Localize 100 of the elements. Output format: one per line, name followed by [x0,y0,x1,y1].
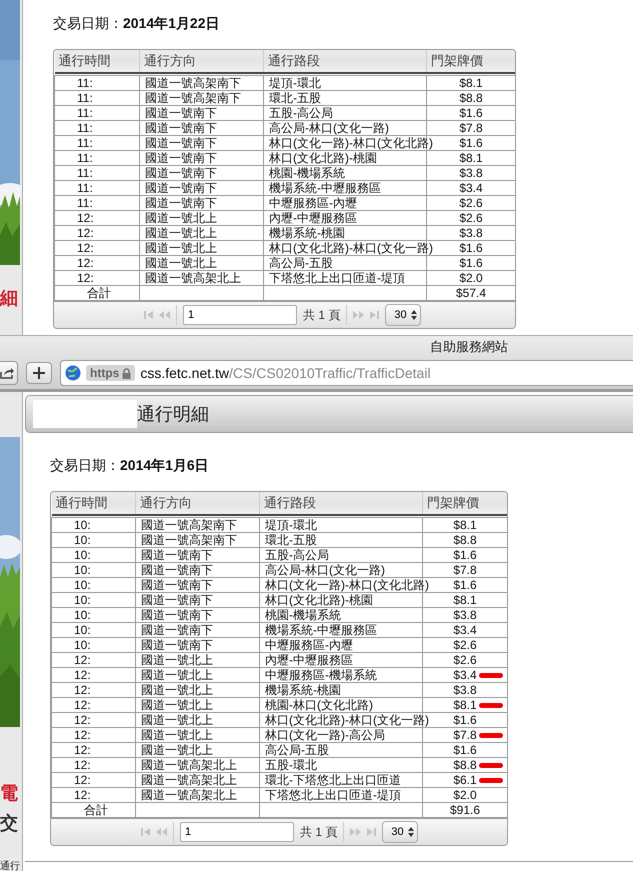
previous-page-icon[interactable] [159,311,170,319]
table-cell: 機場系統-桃園 [269,226,345,240]
page-count: 共 1 頁 [303,306,340,324]
table-cell: $6.1 [453,773,477,787]
column-header[interactable]: 門架牌價 [426,50,515,73]
lock-icon [122,368,132,378]
table-cell: 12: [74,728,91,742]
address-field[interactable]: https css.fetc.net.tw/CS/CS02010Traffic/TrafficDetail [60,360,633,386]
total-amount: $91.6 [450,803,480,817]
table-cell: $1.6 [453,578,477,592]
column-header[interactable]: 門架牌價 [422,492,507,515]
table-cell: $2.6 [453,638,477,652]
table-cell: 國道一號南下 [145,121,217,135]
page-field[interactable]: 1 [180,822,294,842]
table-cell: 11: [77,151,93,165]
next-page-icon[interactable] [353,311,364,319]
table-cell: $8.1 [453,518,477,532]
table-cell: 國道一號高架北上 [141,758,237,772]
column-header[interactable]: 通行時間 [54,50,140,73]
table-cell: 國道一號南下 [141,593,213,607]
table-cell: 國道一號高架南下 [141,518,237,532]
table-cell: 內壢-中壢服務區 [265,653,353,667]
table-cell: $8.8 [453,533,477,547]
total-label: 合計 [87,286,111,300]
table-cell: 國道一號北上 [141,713,213,727]
table-cell: 中壢服務區-內壢 [265,638,353,652]
table-cell: 12: [77,271,94,285]
table-cell: 國道一號北上 [141,683,213,697]
sidebar-text: 電 [0,782,18,804]
first-page-icon[interactable] [144,311,153,319]
table-cell: 11: [77,76,93,90]
total-amount: $57.4 [456,286,486,300]
table-cell: $3.8 [459,166,483,180]
table-cell: 下塔悠北上出口匝道-堤頂 [265,788,401,802]
table-cell: 10: [74,638,91,652]
https-badge: https [86,365,136,381]
table-cell: 機場系統-中壢服務區 [269,181,381,195]
table-cell: $1.6 [459,136,483,150]
table-cell: 國道一號北上 [141,728,213,742]
table-cell: 11: [77,166,93,180]
table-cell: 10: [74,593,91,607]
table-cell: 國道一號北上 [141,668,213,682]
table-cell: $2.6 [453,653,477,667]
table-cell: 林口(文化北路)-桃園 [269,151,377,165]
up-down-arrows-icon [410,310,417,320]
column-header[interactable]: 通行方向 [136,492,260,515]
url-text: css.fetc.net.tw/CS/CS02010Traffic/TrafficDetail [140,365,431,381]
table-cell: 12: [77,241,94,255]
sidebar-text: 通行 [0,861,20,871]
last-page-icon[interactable] [367,828,376,836]
table-cell: 國道一號高架北上 [141,773,237,787]
table-cell: 林口(文化一路)-林口(文化北路) [269,136,433,150]
column-header[interactable]: 通行時間 [52,492,136,515]
next-page-icon[interactable] [350,828,362,836]
column-header[interactable]: 通行路段 [264,50,426,73]
table-cell: 林口(文化北路)-林口(文化一路) [265,713,429,727]
page-size-select[interactable]: 30 [382,821,418,843]
last-page-icon[interactable] [370,311,380,319]
table-cell: 12: [74,788,91,802]
table-cell: 國道一號南下 [145,166,217,180]
table-cell: $8.1 [459,76,483,90]
plus-icon [33,367,45,379]
table-cell: 中壢服務區-內壢 [269,196,357,210]
first-page-icon[interactable] [141,828,150,836]
table-cell: 國道一號南下 [141,563,213,577]
table-cell: $3.8 [459,226,483,240]
table-cell: $3.4 [459,181,483,195]
table-cell: 12: [74,743,91,757]
table-cell: 林口(文化一路)-高公局 [265,728,385,742]
share-button[interactable] [0,361,18,385]
column-header[interactable]: 通行方向 [140,50,264,73]
table-cell: $2.6 [459,196,483,210]
table-cell: $3.4 [453,668,477,682]
table-cell: $1.6 [459,256,483,270]
table-cell: 12: [74,758,91,772]
table-cell: 國道一號南下 [145,136,217,150]
table-cell: 高公局-林口(文化一路) [265,563,385,577]
table-cell: 林口(文化一路)-林口(文化北路) [265,578,429,592]
table-cell: 12: [74,653,91,667]
add-bookmark-button[interactable] [26,362,52,384]
table-cell: 11: [77,196,93,210]
table-cell: $8.8 [459,91,483,105]
table-cell: 10: [74,608,91,622]
page-title: 通行明細 [137,403,209,426]
page-size-select[interactable]: 30 [385,304,421,326]
table-cell: 國道一號北上 [145,256,217,270]
table-cell: 國道一號南下 [145,106,217,120]
table-cell: 國道一號南下 [145,151,217,165]
table-cell: $1.6 [453,743,477,757]
table-cell: $2.6 [459,211,483,225]
previous-page-icon[interactable] [156,828,167,836]
table-cell: $7.8 [453,563,477,577]
table-cell: $7.8 [453,728,477,742]
table-cell: 11: [77,136,93,150]
page-field[interactable]: 1 [183,305,297,325]
total-label: 合計 [84,803,108,817]
table-cell: 10: [74,548,91,562]
table-cell: 高公局-林口(文化一路) [269,121,389,135]
column-header[interactable]: 通行路段 [260,492,422,515]
table-cell: 12: [77,256,94,270]
